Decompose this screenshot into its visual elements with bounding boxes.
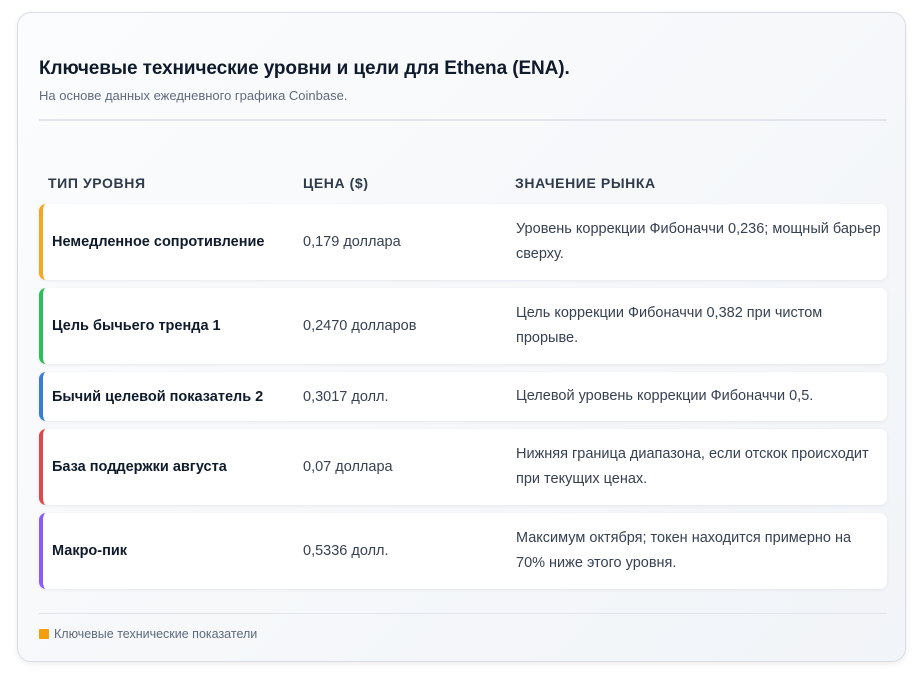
legend-label: Ключевые технические показатели xyxy=(54,627,258,641)
market-meaning-cell: Целевой уровень коррекции Фибоначчи 0,5. xyxy=(516,388,814,404)
table-row: Немедленное сопротивление 0,179 доллара … xyxy=(39,204,887,280)
table-header: Тип уровня Цена ($) Значение рынка xyxy=(39,175,887,195)
price-cell: 0,3017 долл. xyxy=(303,388,389,405)
table-body: Немедленное сопротивление 0,179 доллара … xyxy=(39,204,887,597)
legend: Ключевые технические показатели xyxy=(39,627,257,641)
price-cell: 0,07 доллара xyxy=(303,459,393,475)
price-cell: 0,5336 долл. xyxy=(303,543,389,559)
price-cell: 0,179 доллара xyxy=(303,234,401,250)
footer-divider xyxy=(39,613,887,614)
level-type-cell: Макро-пик xyxy=(52,543,128,559)
legend-swatch xyxy=(39,629,49,639)
market-meaning-cell: Цель коррекции Фибоначчи 0,382 при чисто… xyxy=(516,305,823,346)
price-cell: 0,2470 долларов xyxy=(303,318,417,334)
market-meaning-cell: Уровень коррекции Фибоначчи 0,236; мощны… xyxy=(516,221,881,262)
table-row: Бычий целевой показатель 2 0,3017 долл. … xyxy=(39,372,887,421)
table-row: Макро-пик 0,5336 долл. Максимум октября;… xyxy=(39,513,887,589)
level-type-cell: Цель бычьего тренда 1 xyxy=(52,318,221,334)
card-title: Ключевые технические уровни и цели для E… xyxy=(39,58,570,79)
table-row: Цель бычьего тренда 1 0,2470 долларов Це… xyxy=(39,288,887,364)
level-type-cell: Немедленное сопротивление xyxy=(52,234,265,250)
level-type-cell: Бычий целевой показатель 2 xyxy=(52,388,264,405)
level-type-cell: База поддержки августа xyxy=(52,459,227,475)
column-header-market-meaning: Значение рынка xyxy=(515,175,656,191)
column-header-level-type: Тип уровня xyxy=(48,175,146,191)
market-meaning-cell: Максимум октября; токен находится пример… xyxy=(516,530,852,571)
technical-levels-card: Ключевые технические уровни и цели для E… xyxy=(17,12,906,662)
column-header-price: Цена ($) xyxy=(303,175,369,191)
market-meaning-cell: Нижняя граница диапазона, если отскок пр… xyxy=(516,446,869,487)
table-row: База поддержки августа 0,07 доллара Нижн… xyxy=(39,429,887,505)
card-subtitle: На основе данных ежедневного графика Coi… xyxy=(39,88,348,103)
header-divider xyxy=(39,119,887,121)
